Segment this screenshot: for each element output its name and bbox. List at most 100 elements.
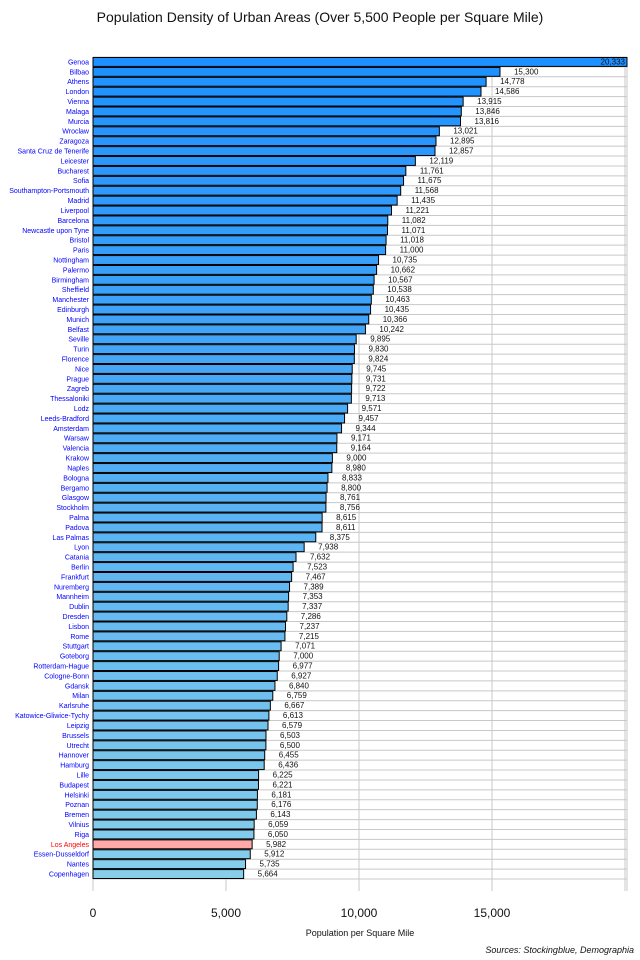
category-label: Southampton-Portsmouth — [9, 188, 89, 195]
bar — [92, 76, 487, 87]
bar — [92, 700, 271, 711]
value-label: 6,500 — [280, 741, 301, 750]
bar — [92, 829, 255, 840]
value-label: 7,286 — [301, 612, 322, 621]
bar — [92, 482, 328, 493]
category-label: Paris — [73, 248, 89, 255]
category-label: Lodz — [74, 406, 90, 413]
bar — [92, 611, 288, 622]
bar — [92, 413, 346, 424]
value-label: 11,568 — [415, 186, 439, 195]
value-label: 7,000 — [293, 652, 314, 661]
value-label: 7,353 — [303, 592, 324, 601]
bar — [92, 294, 372, 305]
category-label: Padova — [65, 525, 89, 532]
category-label: Las Palmas — [52, 535, 89, 542]
value-label: 6,221 — [272, 780, 293, 789]
category-label: Dublin — [69, 604, 89, 611]
value-label: 7,215 — [299, 632, 320, 641]
bar — [92, 175, 405, 186]
bar — [92, 304, 372, 315]
category-label: Santa Cruz de Tenerife — [18, 149, 90, 156]
value-label: 7,938 — [318, 543, 339, 552]
value-label: 9,344 — [356, 424, 377, 433]
bar — [92, 96, 464, 107]
bar — [92, 433, 338, 444]
value-label: 6,050 — [268, 830, 289, 839]
value-label: 6,143 — [270, 810, 291, 819]
category-label: Naples — [67, 465, 89, 472]
bar — [92, 126, 440, 137]
bar — [92, 235, 387, 246]
bar — [92, 789, 258, 800]
bar — [92, 522, 323, 533]
value-label: 8,756 — [340, 503, 361, 512]
bar-highlight — [92, 839, 253, 850]
value-label: 13,021 — [453, 127, 478, 136]
value-label: 6,436 — [278, 761, 299, 770]
bar — [92, 720, 269, 731]
value-label: 6,225 — [273, 770, 294, 779]
bar — [92, 680, 276, 691]
x-tick-label: 10,000 — [341, 906, 378, 920]
bar — [92, 859, 247, 870]
value-label: 6,181 — [271, 790, 292, 799]
bar — [92, 334, 357, 345]
category-label: Newcastle upon Tyne — [22, 228, 89, 235]
value-label: 12,895 — [450, 137, 475, 146]
bar — [92, 690, 274, 701]
category-label: Poznan — [65, 802, 89, 809]
value-label: 7,467 — [306, 572, 327, 581]
category-label: Bremen — [64, 812, 89, 819]
bar — [92, 631, 286, 642]
value-label: 9,722 — [366, 384, 387, 393]
bar — [92, 730, 267, 741]
value-label: 13,846 — [475, 107, 500, 116]
category-label: Zaragoza — [59, 139, 89, 146]
bar — [92, 116, 462, 127]
category-label: Hannover — [59, 753, 90, 760]
category-label: Sheffield — [62, 287, 89, 294]
value-label: 8,375 — [330, 533, 351, 542]
bar — [92, 849, 251, 860]
bar — [92, 225, 388, 236]
value-label: 20,333 — [601, 57, 626, 66]
category-label: Dresden — [63, 614, 90, 621]
value-label: 5,735 — [260, 860, 281, 869]
category-label: Hamburg — [60, 763, 89, 770]
category-label: Murcia — [68, 119, 89, 126]
value-label: 6,613 — [283, 711, 304, 720]
bar — [92, 393, 352, 404]
bar — [92, 364, 353, 374]
category-label: Cologne-Bonn — [44, 673, 89, 680]
category-label: Los Angeles — [51, 842, 90, 849]
value-label: 10,463 — [385, 295, 410, 304]
bar — [92, 423, 343, 434]
bar — [92, 591, 290, 602]
bar — [92, 472, 329, 483]
value-label: 12,857 — [449, 147, 474, 156]
value-label: 9,000 — [346, 454, 367, 463]
value-label: 12,119 — [429, 156, 453, 165]
category-label: Goteborg — [60, 654, 89, 661]
category-label: Palermo — [63, 267, 89, 274]
value-label: 15,300 — [514, 67, 539, 76]
bar — [92, 621, 287, 632]
category-label: Leipzig — [67, 723, 89, 730]
bar — [92, 740, 267, 751]
bar — [92, 383, 353, 394]
bar — [92, 106, 462, 117]
value-label: 10,735 — [393, 255, 418, 264]
category-label: Genoa — [68, 59, 89, 66]
category-label: Bristol — [70, 238, 90, 245]
value-label: 8,833 — [342, 473, 363, 482]
category-label: Lille — [77, 772, 90, 779]
value-label: 8,761 — [340, 493, 361, 502]
bar — [92, 453, 333, 464]
category-label: Mannheim — [56, 594, 89, 601]
bar — [92, 324, 366, 335]
category-label: Berlin — [71, 564, 89, 571]
bar — [92, 492, 327, 503]
category-label: Budapest — [59, 782, 89, 789]
category-label: Prague — [66, 376, 89, 383]
